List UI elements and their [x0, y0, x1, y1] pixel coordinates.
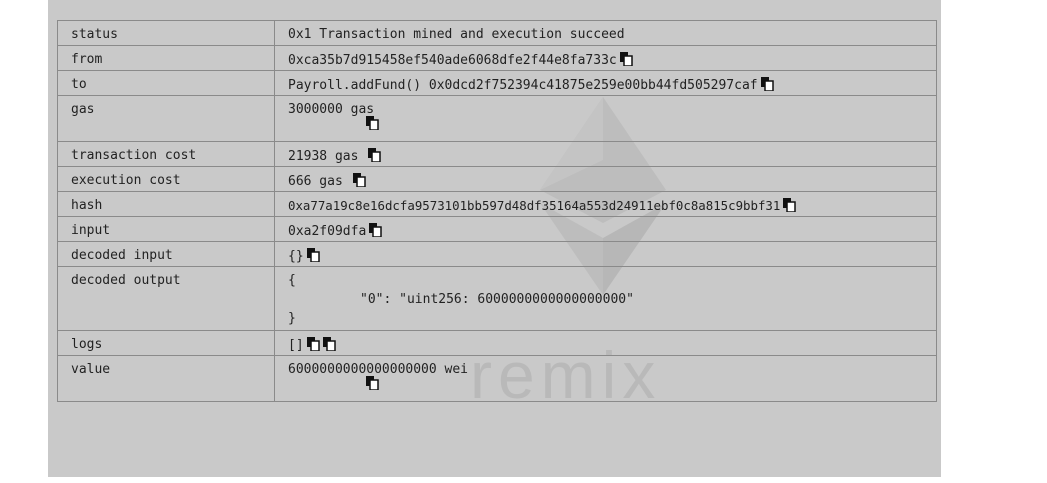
row-value: { "0": "uint256: 6000000000000000000" }	[274, 266, 937, 331]
row-key: decoded output	[57, 266, 275, 331]
copy-icon[interactable]	[368, 148, 382, 162]
row-value: 0x1 Transaction mined and execution succ…	[274, 20, 937, 46]
row-key: input	[57, 216, 275, 242]
table-row: from 0xca35b7d915458ef540ade6068dfe2f44e…	[57, 45, 937, 71]
copy-icon[interactable]	[366, 376, 379, 390]
copy-icon[interactable]	[306, 337, 320, 351]
row-key: to	[57, 70, 275, 96]
copy-icon[interactable]	[322, 337, 336, 351]
row-value: 0xa77a19c8e16dcfa9573101bb597d48df35164a…	[274, 191, 937, 217]
row-key: value	[57, 355, 275, 402]
row-value: 666 gas	[274, 166, 937, 192]
row-key: gas	[57, 95, 275, 142]
row-value: 21938 gas	[274, 141, 937, 167]
copy-icon[interactable]	[760, 77, 774, 91]
table-row: decoded output { "0": "uint256: 60000000…	[57, 266, 937, 331]
table-row: logs []	[57, 330, 937, 356]
copy-icon[interactable]	[366, 116, 379, 130]
copy-icon[interactable]	[619, 52, 633, 66]
table-row: gas 3000000 gas	[57, 95, 937, 142]
row-value: 0xa2f09dfa	[274, 216, 937, 242]
copy-icon[interactable]	[783, 198, 797, 212]
row-value: 0xca35b7d915458ef540ade6068dfe2f44e8fa73…	[274, 45, 937, 71]
row-key: decoded input	[57, 241, 275, 267]
row-value: {}	[274, 241, 937, 267]
transaction-table: status 0x1 Transaction mined and executi…	[57, 20, 937, 402]
table-row: execution cost 666 gas	[57, 166, 937, 192]
table-row: hash 0xa77a19c8e16dcfa9573101bb597d48df3…	[57, 191, 937, 217]
copy-icon[interactable]	[352, 173, 366, 187]
row-key: transaction cost	[57, 141, 275, 167]
table-row: decoded input {}	[57, 241, 937, 267]
row-value: []	[274, 330, 937, 356]
copy-icon[interactable]	[369, 223, 383, 237]
row-key: status	[57, 20, 275, 46]
row-key: logs	[57, 330, 275, 356]
table-row: value 6000000000000000000 wei	[57, 355, 937, 402]
table-row: to Payroll.addFund() 0x0dcd2f752394c4187…	[57, 70, 937, 96]
row-key: from	[57, 45, 275, 71]
row-value: Payroll.addFund() 0x0dcd2f752394c41875e2…	[274, 70, 937, 96]
copy-icon[interactable]	[306, 248, 320, 262]
row-value: 6000000000000000000 wei	[274, 355, 937, 402]
row-value: 3000000 gas	[274, 95, 937, 142]
table-row: status 0x1 Transaction mined and executi…	[57, 20, 937, 46]
row-key: execution cost	[57, 166, 275, 192]
row-key: hash	[57, 191, 275, 217]
table-row: input 0xa2f09dfa	[57, 216, 937, 242]
table-row: transaction cost 21938 gas	[57, 141, 937, 167]
